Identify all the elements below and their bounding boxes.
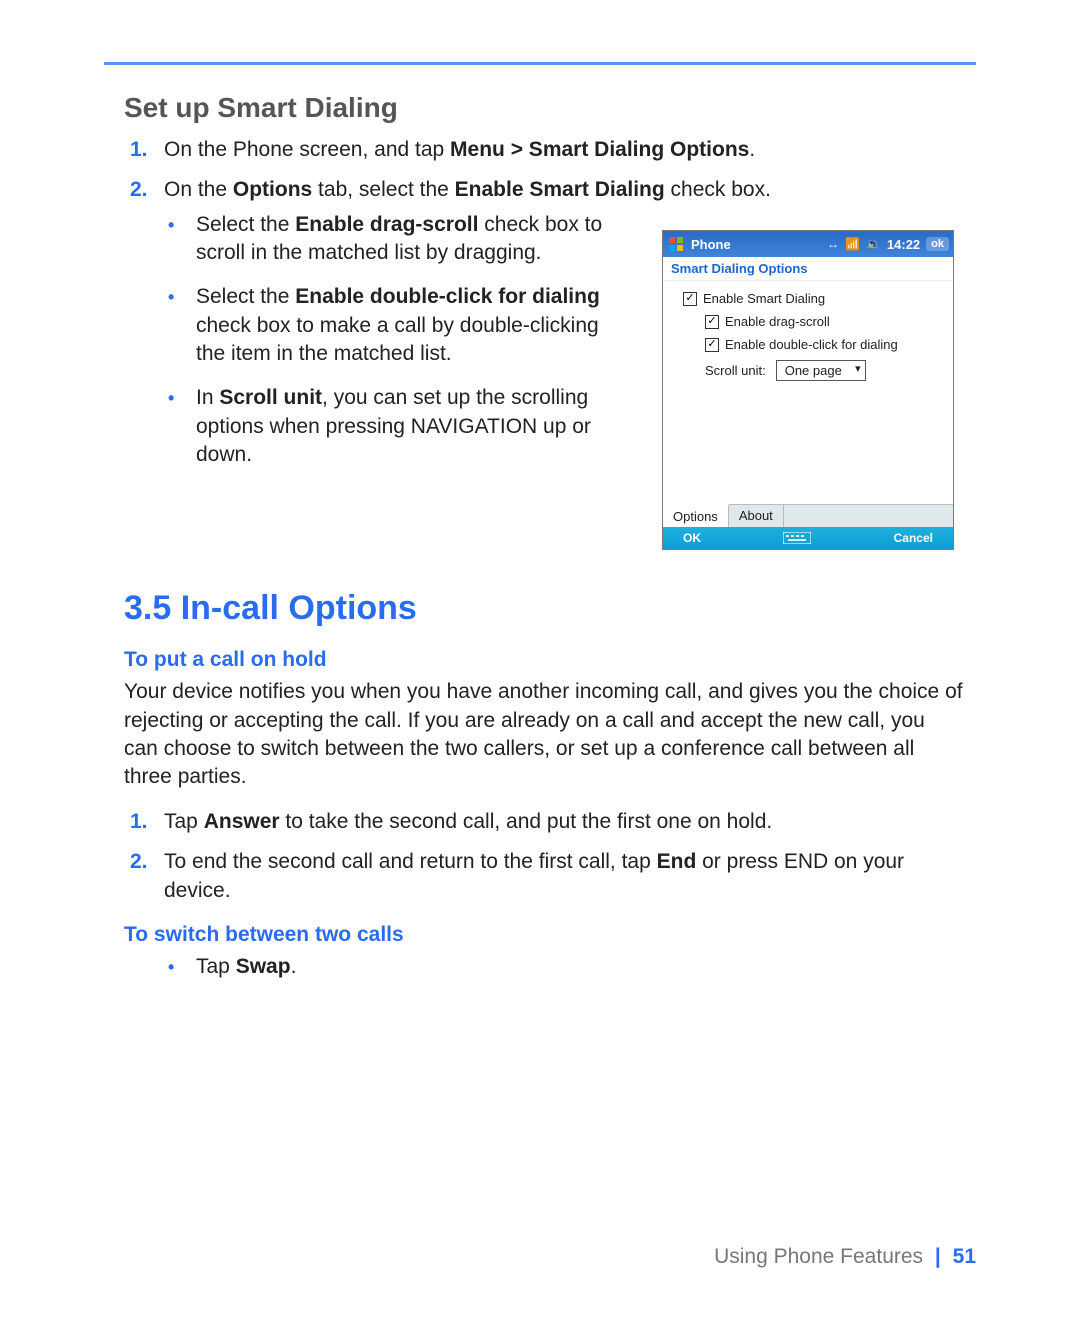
bullet-text: Select the bbox=[196, 285, 295, 308]
subheading-put-call-on-hold: To put a call on hold bbox=[124, 648, 964, 672]
step-text: On the bbox=[164, 178, 233, 201]
bullet-bold: Swap bbox=[236, 955, 291, 978]
page-footer: Using Phone Features | 51 bbox=[714, 1245, 976, 1269]
hold-step-2: 2. To end the second call and return to … bbox=[164, 848, 964, 905]
tab-about[interactable]: About bbox=[729, 505, 784, 527]
step-bold: Answer bbox=[204, 810, 280, 833]
phone-clock: 14:22 bbox=[887, 237, 920, 252]
step-text: to take the second call, and put the fir… bbox=[280, 810, 773, 833]
signal-icon: 📶 bbox=[845, 237, 860, 251]
step-number: 2. bbox=[130, 848, 148, 876]
bullet-text: check box to make a call by double-click… bbox=[196, 314, 599, 365]
step-number: 1. bbox=[130, 136, 148, 164]
heading-setup-smart-dialing: Set up Smart Dialing bbox=[124, 92, 964, 124]
step-text: Tap bbox=[164, 810, 204, 833]
volume-icon: 🔉 bbox=[866, 237, 881, 251]
checkbox-label: Enable Smart Dialing bbox=[703, 291, 825, 306]
step-bold: Options bbox=[233, 178, 312, 201]
checkbox-label: Enable drag-scroll bbox=[725, 314, 830, 329]
footer-separator: | bbox=[935, 1245, 941, 1268]
connectivity-icon: ↔ bbox=[827, 237, 839, 251]
step-bold: Enable Smart Dialing bbox=[455, 178, 665, 201]
checkbox-icon: ✓ bbox=[705, 315, 719, 329]
scroll-unit-dropdown[interactable]: One page bbox=[776, 360, 866, 381]
bullet-bold: Enable double-click for dialing bbox=[295, 285, 600, 308]
phone-bottom-bar: OK Cancel bbox=[663, 527, 953, 549]
checkbox-label: Enable double-click for dialing bbox=[725, 337, 898, 352]
phone-body: ✓ Enable Smart Dialing ✓ Enable drag-scr… bbox=[663, 281, 953, 381]
footer-chapter: Using Phone Features bbox=[714, 1245, 923, 1268]
section-heading-incall-options: 3.5 In-call Options bbox=[124, 589, 964, 628]
step-text: tab, select the bbox=[312, 178, 454, 201]
windows-start-icon[interactable] bbox=[667, 235, 685, 253]
hold-steps: 1. Tap Answer to take the second call, a… bbox=[124, 808, 964, 905]
bullet-mark: • bbox=[168, 213, 174, 237]
scroll-unit-row: Scroll unit: One page bbox=[705, 360, 943, 381]
softkey-ok[interactable]: OK bbox=[683, 531, 701, 545]
top-rule bbox=[104, 62, 976, 65]
swap-block: • Tap Swap. bbox=[124, 953, 964, 981]
bullet-text: In bbox=[196, 386, 219, 409]
checkbox-icon: ✓ bbox=[705, 338, 719, 352]
bullet-mark: • bbox=[168, 955, 174, 979]
bullet-text: . bbox=[291, 955, 297, 978]
checkbox-icon: ✓ bbox=[683, 292, 697, 306]
step-bold: Menu > Smart Dialing Options bbox=[450, 138, 749, 161]
hold-paragraph: Your device notifies you when you have a… bbox=[124, 678, 964, 791]
bullet-scroll-unit: • In Scroll unit, you can set up the scr… bbox=[196, 384, 616, 469]
keyboard-icon[interactable] bbox=[781, 531, 813, 545]
subheading-switch-calls: To switch between two calls bbox=[124, 923, 964, 947]
softkey-cancel[interactable]: Cancel bbox=[894, 531, 933, 545]
bullet-bold: Enable drag-scroll bbox=[295, 213, 478, 236]
phone-title: Phone bbox=[691, 237, 731, 252]
bullet-mark: • bbox=[168, 386, 174, 410]
phone-ok-button[interactable]: ok bbox=[926, 237, 949, 251]
bullet-drag-scroll: • Select the Enable drag-scroll check bo… bbox=[196, 211, 616, 268]
bullet-text: Tap bbox=[196, 955, 236, 978]
phone-titlebar: Phone ↔ 📶 🔉 14:22 ok bbox=[663, 231, 953, 257]
checkbox-enable-drag-scroll[interactable]: ✓ Enable drag-scroll bbox=[705, 314, 943, 329]
checkbox-enable-smart-dialing[interactable]: ✓ Enable Smart Dialing bbox=[683, 291, 943, 306]
phone-screenshot: Phone ↔ 📶 🔉 14:22 ok Smart Dialing Optio… bbox=[662, 230, 954, 550]
bullet-double-click: • Select the Enable double-click for dia… bbox=[196, 283, 616, 368]
step-number: 1. bbox=[130, 808, 148, 836]
bullet-text: Select the bbox=[196, 213, 295, 236]
step-text: . bbox=[749, 138, 755, 161]
step-text: On the Phone screen, and tap bbox=[164, 138, 450, 161]
checkbox-enable-double-click[interactable]: ✓ Enable double-click for dialing bbox=[705, 337, 943, 352]
step-text: To end the second call and return to the… bbox=[164, 850, 657, 873]
step-text: check box. bbox=[665, 178, 771, 201]
phone-subtitle: Smart Dialing Options bbox=[663, 257, 953, 281]
swap-bullet: • Tap Swap. bbox=[196, 953, 964, 981]
footer-page-number: 51 bbox=[953, 1245, 976, 1268]
scroll-unit-label: Scroll unit: bbox=[705, 363, 766, 378]
hold-step-1: 1. Tap Answer to take the second call, a… bbox=[164, 808, 964, 836]
bullet-mark: • bbox=[168, 285, 174, 309]
step-1: 1. On the Phone screen, and tap Menu > S… bbox=[164, 136, 964, 164]
step-bold: End bbox=[657, 850, 697, 873]
tab-options[interactable]: Options bbox=[663, 504, 729, 527]
phone-tabs: Options About bbox=[663, 504, 953, 527]
bullet-bold: Scroll unit bbox=[219, 386, 322, 409]
step-number: 2. bbox=[130, 176, 148, 204]
